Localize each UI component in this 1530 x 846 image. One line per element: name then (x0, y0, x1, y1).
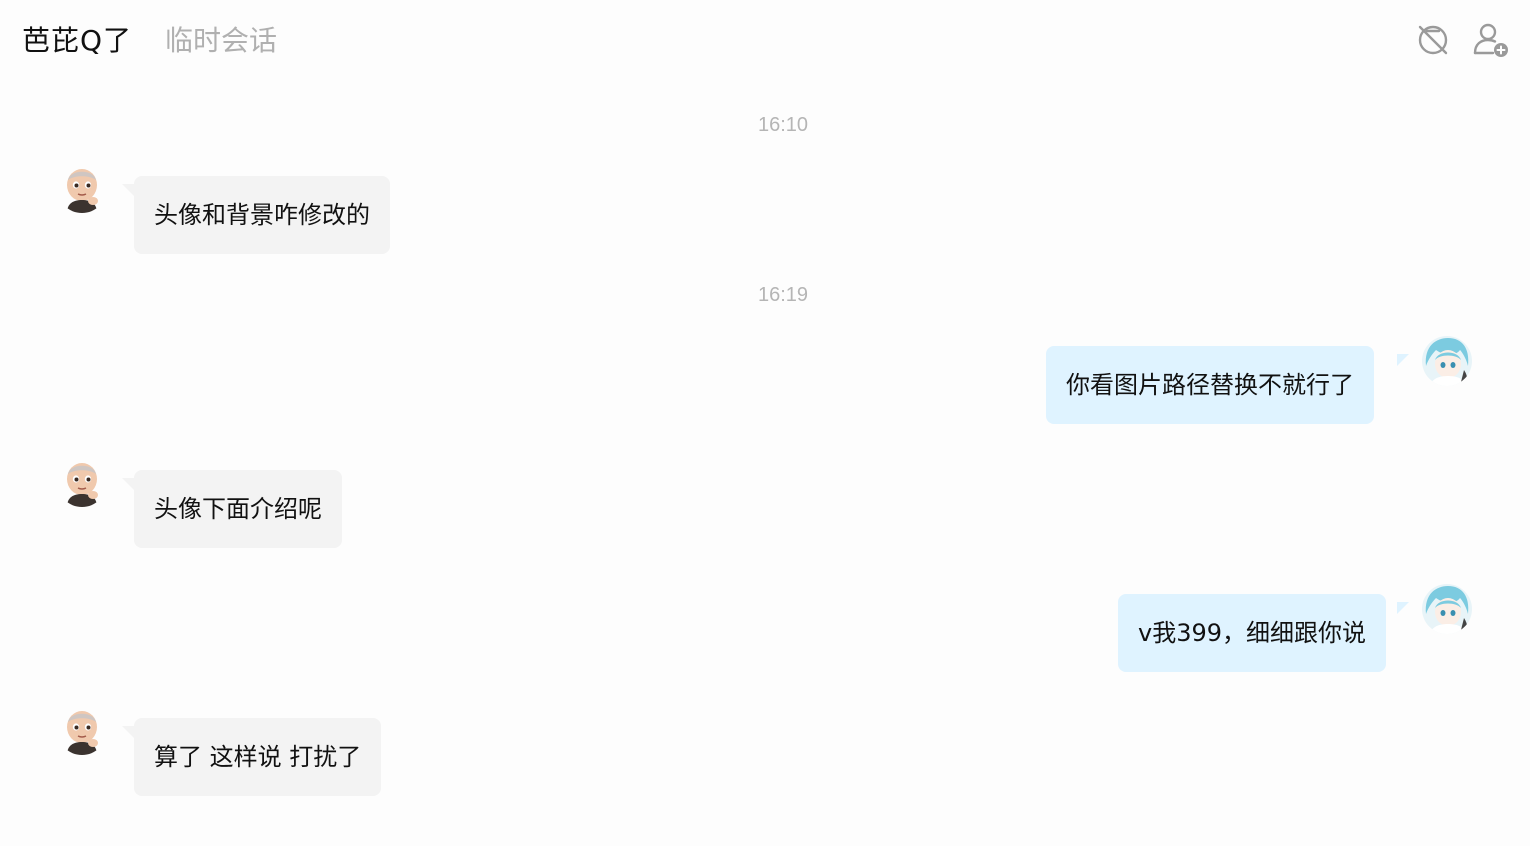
my-avatar[interactable] (1422, 336, 1472, 386)
contact-avatar[interactable] (57, 705, 107, 755)
incoming-message-bubble[interactable]: 头像下面介绍呢 (134, 470, 342, 548)
chat-window: 芭芘Q了 临时会话 16:10 头像和背景咋修改的 16:19 你看图片路径替换… (0, 0, 1530, 846)
incoming-message-bubble[interactable]: 算了 这样说 打扰了 (134, 718, 382, 796)
add-friend-button[interactable] (1470, 20, 1510, 60)
no-disturb-button[interactable] (1413, 20, 1453, 60)
bubble-tail (122, 184, 134, 196)
chat-header: 芭芘Q了 临时会话 (0, 0, 1530, 82)
bubble-tail (122, 478, 134, 490)
bubble-tail (122, 726, 134, 738)
bubble-tail (1397, 354, 1409, 366)
message-timestamp: 16:10 (757, 114, 809, 136)
message-timestamp: 16:19 (757, 284, 809, 306)
no-disturb-icon (1418, 25, 1448, 55)
contact-avatar[interactable] (57, 163, 107, 213)
outgoing-message-bubble[interactable]: 你看图片路径替换不就行了 (1046, 346, 1374, 424)
contact-avatar[interactable] (57, 457, 107, 507)
chat-subtitle: 临时会话 (165, 24, 278, 57)
incoming-message-bubble[interactable]: 头像和背景咋修改的 (134, 176, 390, 254)
my-avatar[interactable] (1422, 584, 1472, 634)
chat-title: 芭芘Q了 (22, 24, 133, 57)
outgoing-message-bubble[interactable]: v我399，细细跟你说 (1118, 594, 1387, 672)
add-friend-icon (1473, 23, 1508, 57)
bubble-tail (1397, 602, 1409, 614)
